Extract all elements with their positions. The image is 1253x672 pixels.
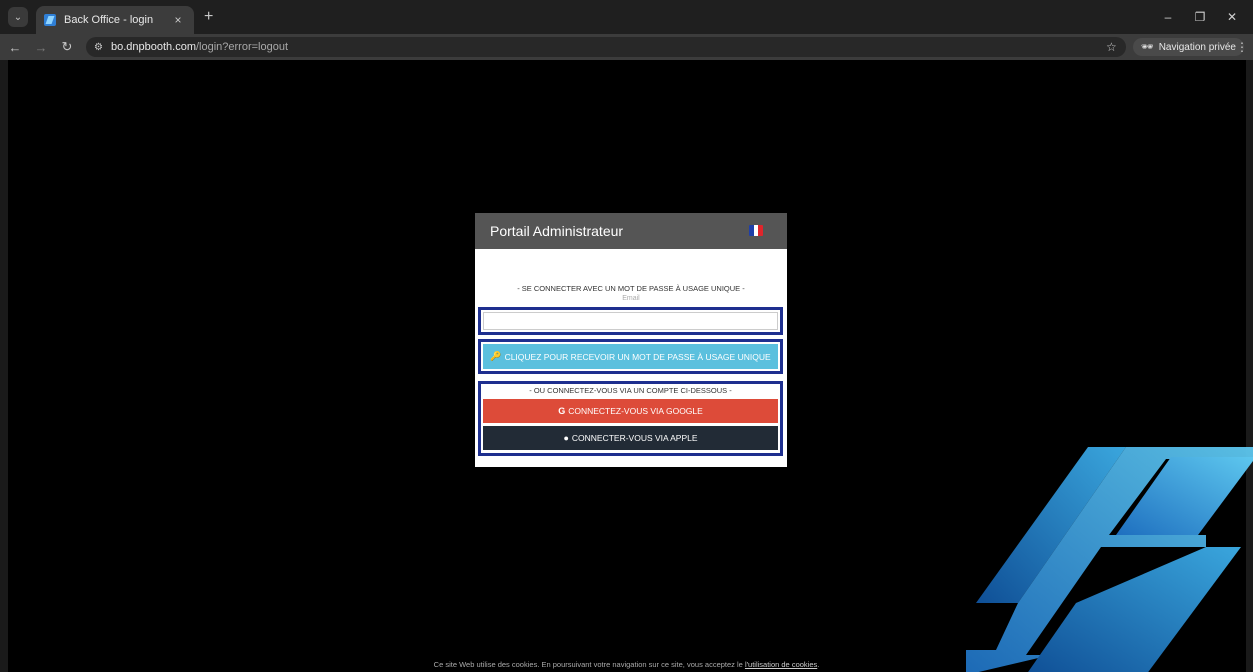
tab-search-button[interactable]: ⌄ [8, 7, 28, 27]
key-icon: 🔑 [490, 351, 502, 361]
otp-request-button[interactable]: 🔑 CLIQUEZ POUR RECEVOIR UN MOT DE PASSE … [483, 344, 778, 369]
alt-login-heading: - OU CONNECTEZ-VOUS VIA UN COMPTE CI-DES… [529, 386, 732, 395]
tab-close-icon[interactable]: × [170, 13, 186, 27]
google-icon: G [558, 406, 566, 416]
cookie-text: Ce site Web utilise des cookies. En pour… [433, 660, 745, 669]
browser-toolbar: ← → ↻ ⚙ bo.dnpbooth.com/login?error=logo… [0, 34, 1253, 60]
login-panel: Portail Administrateur - SE CONNECTER AV… [475, 213, 787, 467]
address-bar[interactable]: ⚙ bo.dnpbooth.com/login?error=logout [86, 37, 1126, 57]
url-host: bo.dnpbooth.com [110, 41, 196, 53]
social-login-frame: - OU CONNECTEZ-VOUS VIA UN COMPTE CI-DES… [478, 381, 783, 456]
panel-title: Portail Administrateur [490, 223, 624, 239]
email-label: Email [622, 295, 640, 302]
google-login-button[interactable]: G CONNECTEZ-VOUS VIA GOOGLE [483, 399, 778, 423]
apple-icon: ● [563, 433, 569, 443]
window-controls: – ❐ ✕ [1161, 0, 1245, 34]
back-arrow-icon[interactable]: ← [4, 40, 26, 55]
cookie-policy-link[interactable]: l'utilisation de cookies [745, 660, 817, 669]
email-input[interactable] [483, 312, 778, 330]
cookie-notice: Ce site Web utilise des cookies. En pour… [0, 660, 1253, 669]
site-info-icon[interactable]: ⚙ [94, 42, 103, 53]
email-input-frame [478, 307, 783, 335]
apple-button-label: CONNECTER-VOUS VIA APPLE [571, 433, 698, 443]
browser-tab[interactable]: Back Office - login × [36, 6, 194, 34]
apple-login-button[interactable]: ● CONNECTER-VOUS VIA APPLE [483, 426, 778, 450]
page-left-edge [0, 60, 8, 672]
reload-icon[interactable]: ↻ [56, 39, 78, 55]
close-window-button[interactable]: ✕ [1225, 10, 1239, 24]
restore-button[interactable]: ❐ [1193, 10, 1207, 24]
browser-menu-icon[interactable]: ⋮ [1236, 34, 1248, 60]
google-button-label: CONNECTEZ-VOUS VIA GOOGLE [568, 406, 703, 416]
minimize-button[interactable]: – [1161, 10, 1175, 24]
site-favicon-icon [44, 14, 56, 26]
brand-logo-icon [966, 447, 1253, 672]
incognito-label: Navigation privée [1158, 41, 1236, 53]
french-flag-icon[interactable] [749, 225, 763, 236]
url-path: /login?error=logout [195, 41, 289, 53]
page-content: Portail Administrateur - SE CONNECTER AV… [0, 60, 1253, 672]
incognito-badge[interactable]: 🕶 Navigation privée [1133, 38, 1244, 56]
browser-tab-bar: ⌄ Back Office - login × + – ❐ ✕ [0, 0, 1253, 34]
forward-arrow-icon[interactable]: → [30, 40, 52, 55]
otp-button-label: CLIQUEZ POUR RECEVOIR UN MOT DE PASSE À … [504, 351, 771, 362]
new-tab-button[interactable]: + [204, 8, 213, 26]
url-text: bo.dnpbooth.com/login?error=logout [111, 41, 288, 53]
incognito-icon: 🕶 [1141, 41, 1154, 53]
cookie-suffix: . [817, 660, 820, 669]
tab-title: Back Office - login [64, 14, 154, 26]
bookmark-star-icon[interactable]: ☆ [1106, 34, 1117, 60]
panel-header: Portail Administrateur [475, 213, 787, 249]
otp-button-frame: 🔑 CLIQUEZ POUR RECEVOIR UN MOT DE PASSE … [478, 339, 783, 374]
otp-section-heading: - SE CONNECTER AVEC UN MOT DE PASSE À US… [517, 284, 745, 293]
